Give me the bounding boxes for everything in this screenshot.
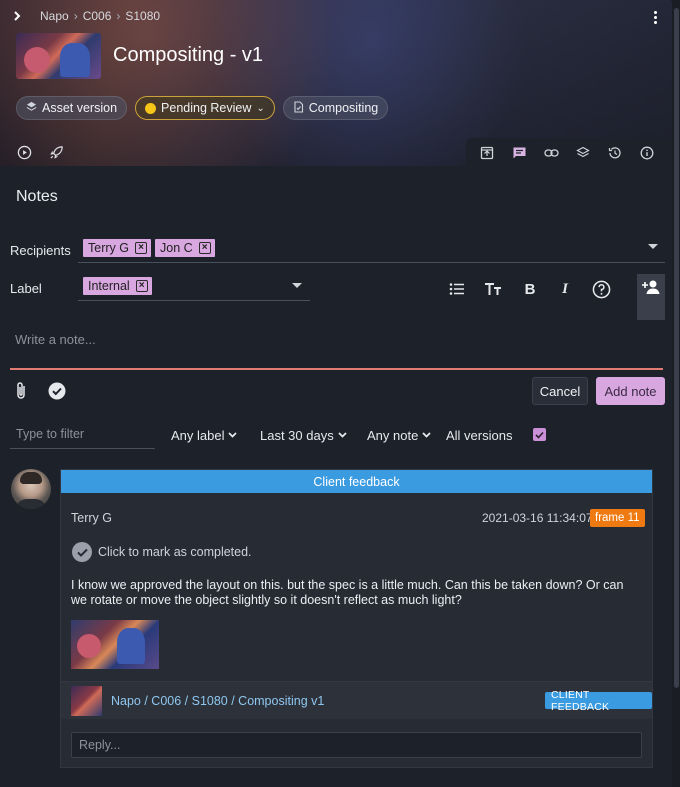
recipients-label: Recipients [10, 243, 71, 258]
label-tag-text: Internal [88, 279, 130, 293]
label-tag[interactable]: Internal × [83, 277, 152, 295]
note-input[interactable] [10, 322, 663, 357]
tab-notes[interactable] [510, 144, 528, 162]
completable-check-icon[interactable] [47, 381, 67, 401]
label-filter-dropdown[interactable]: Any label [171, 428, 238, 443]
note-attachment-thumbnail[interactable] [71, 620, 159, 669]
bold-icon[interactable]: B [520, 279, 540, 299]
chevron-down-icon [228, 430, 238, 441]
filter-input[interactable] [10, 423, 155, 445]
breadcrumb: Napo › C006 › S1080 [40, 9, 160, 23]
recipient-tag[interactable]: Terry G × [83, 239, 151, 257]
breadcrumb-separator-icon: › [116, 9, 121, 23]
chevron-down-icon [422, 430, 431, 441]
all-versions-text: All versions [446, 428, 513, 443]
linked-version-thumbnail[interactable] [71, 686, 102, 716]
note-label-header: Client feedback [61, 470, 652, 493]
note-body: I know we approved the layout on this. b… [71, 578, 624, 607]
layers-icon [26, 101, 37, 115]
client-feedback-badge: CLIENT FEEDBACK [545, 689, 652, 713]
recipients-dropdown-icon[interactable] [648, 244, 658, 249]
more-options-icon[interactable] [646, 8, 664, 26]
expand-chevron-icon[interactable] [8, 7, 26, 25]
asset-version-chip[interactable]: Asset version [16, 96, 128, 120]
breadcrumb-shot[interactable]: S1080 [125, 9, 160, 23]
date-filter-text: Last 30 days [260, 428, 334, 443]
play-icon[interactable] [15, 143, 33, 161]
add-person-icon[interactable] [637, 274, 665, 320]
breadcrumb-sequence[interactable]: C006 [83, 9, 112, 23]
tab-components[interactable] [574, 144, 592, 162]
remove-tag-icon[interactable]: × [198, 242, 211, 254]
attachment-icon[interactable] [11, 381, 31, 401]
asset-version-label: Asset version [42, 101, 118, 115]
recipient-name: Terry G [88, 241, 129, 255]
tab-links[interactable] [542, 144, 560, 162]
all-versions-checkbox[interactable] [533, 428, 546, 441]
reply-input[interactable] [72, 733, 641, 757]
remove-tag-icon[interactable]: × [134, 242, 147, 254]
notes-heading: Notes [16, 188, 58, 205]
tab-versions[interactable] [478, 144, 496, 162]
status-label: Pending Review [161, 101, 252, 115]
note-card: Client feedback Terry G 2021-03-16 11:34… [60, 469, 653, 768]
breadcrumb-separator-icon: › [73, 9, 78, 23]
scrollbar-thumb[interactable] [674, 8, 679, 688]
note-timestamp: 2021-03-16 11:34:07 [482, 511, 593, 525]
reply-field[interactable] [71, 732, 642, 758]
cancel-button[interactable]: Cancel [532, 377, 588, 405]
note-author: Terry G [71, 511, 112, 525]
version-header: Napo › C006 › S1080 Compositing - v1 Ass… [0, 0, 672, 166]
linked-version-row: Napo / C006 / S1080 / Compositing v1 CLI… [61, 681, 652, 719]
breadcrumb-project[interactable]: Napo [40, 9, 69, 23]
note-type-filter-dropdown[interactable]: Any note [367, 428, 431, 443]
tab-info[interactable] [638, 144, 656, 162]
page-title: Compositing - v1 [113, 44, 264, 66]
side-panel-tabs [466, 138, 672, 166]
mark-complete-hint[interactable]: Click to mark as completed. [98, 545, 252, 559]
rocket-icon[interactable] [47, 143, 65, 161]
avatar [11, 469, 51, 509]
italic-icon[interactable]: I [555, 279, 575, 299]
recipient-tag[interactable]: Jon C × [155, 239, 215, 257]
add-note-button[interactable]: Add note [596, 377, 665, 405]
task-label: Compositing [308, 101, 379, 115]
header-chips: Asset version Pending Review ⌄ Compositi… [16, 96, 389, 120]
recipient-name: Jon C [160, 241, 193, 255]
label-filter-text: Any label [171, 428, 225, 443]
version-thumbnail[interactable] [16, 33, 101, 79]
note-input-field[interactable] [10, 322, 663, 370]
label-field-underline [78, 300, 310, 301]
label-dropdown-icon[interactable] [292, 283, 302, 288]
text-size-icon[interactable] [483, 279, 503, 299]
chevron-down-icon: ⌄ [256, 102, 265, 114]
chevron-down-icon [338, 430, 347, 441]
filter-input-field[interactable] [10, 423, 155, 449]
date-filter-dropdown[interactable]: Last 30 days [260, 428, 347, 443]
bullet-list-icon[interactable] [447, 279, 467, 299]
task-chip[interactable]: Compositing [282, 96, 389, 120]
help-icon[interactable] [591, 279, 611, 299]
note-type-filter-text: Any note [367, 428, 419, 443]
all-versions-label: All versions [446, 428, 512, 443]
mark-complete-icon[interactable] [72, 542, 92, 562]
frame-badge[interactable]: frame 11 [590, 509, 645, 527]
status-dot-icon [145, 102, 157, 114]
label-field-label: Label [10, 281, 42, 296]
status-dropdown[interactable]: Pending Review ⌄ [135, 96, 275, 120]
document-icon [293, 100, 304, 116]
tab-history[interactable] [606, 144, 624, 162]
linked-version-link[interactable]: Napo / C006 / S1080 / Compositing v1 [111, 694, 324, 708]
remove-tag-icon[interactable]: × [135, 280, 148, 292]
recipients-field-underline [78, 262, 665, 263]
